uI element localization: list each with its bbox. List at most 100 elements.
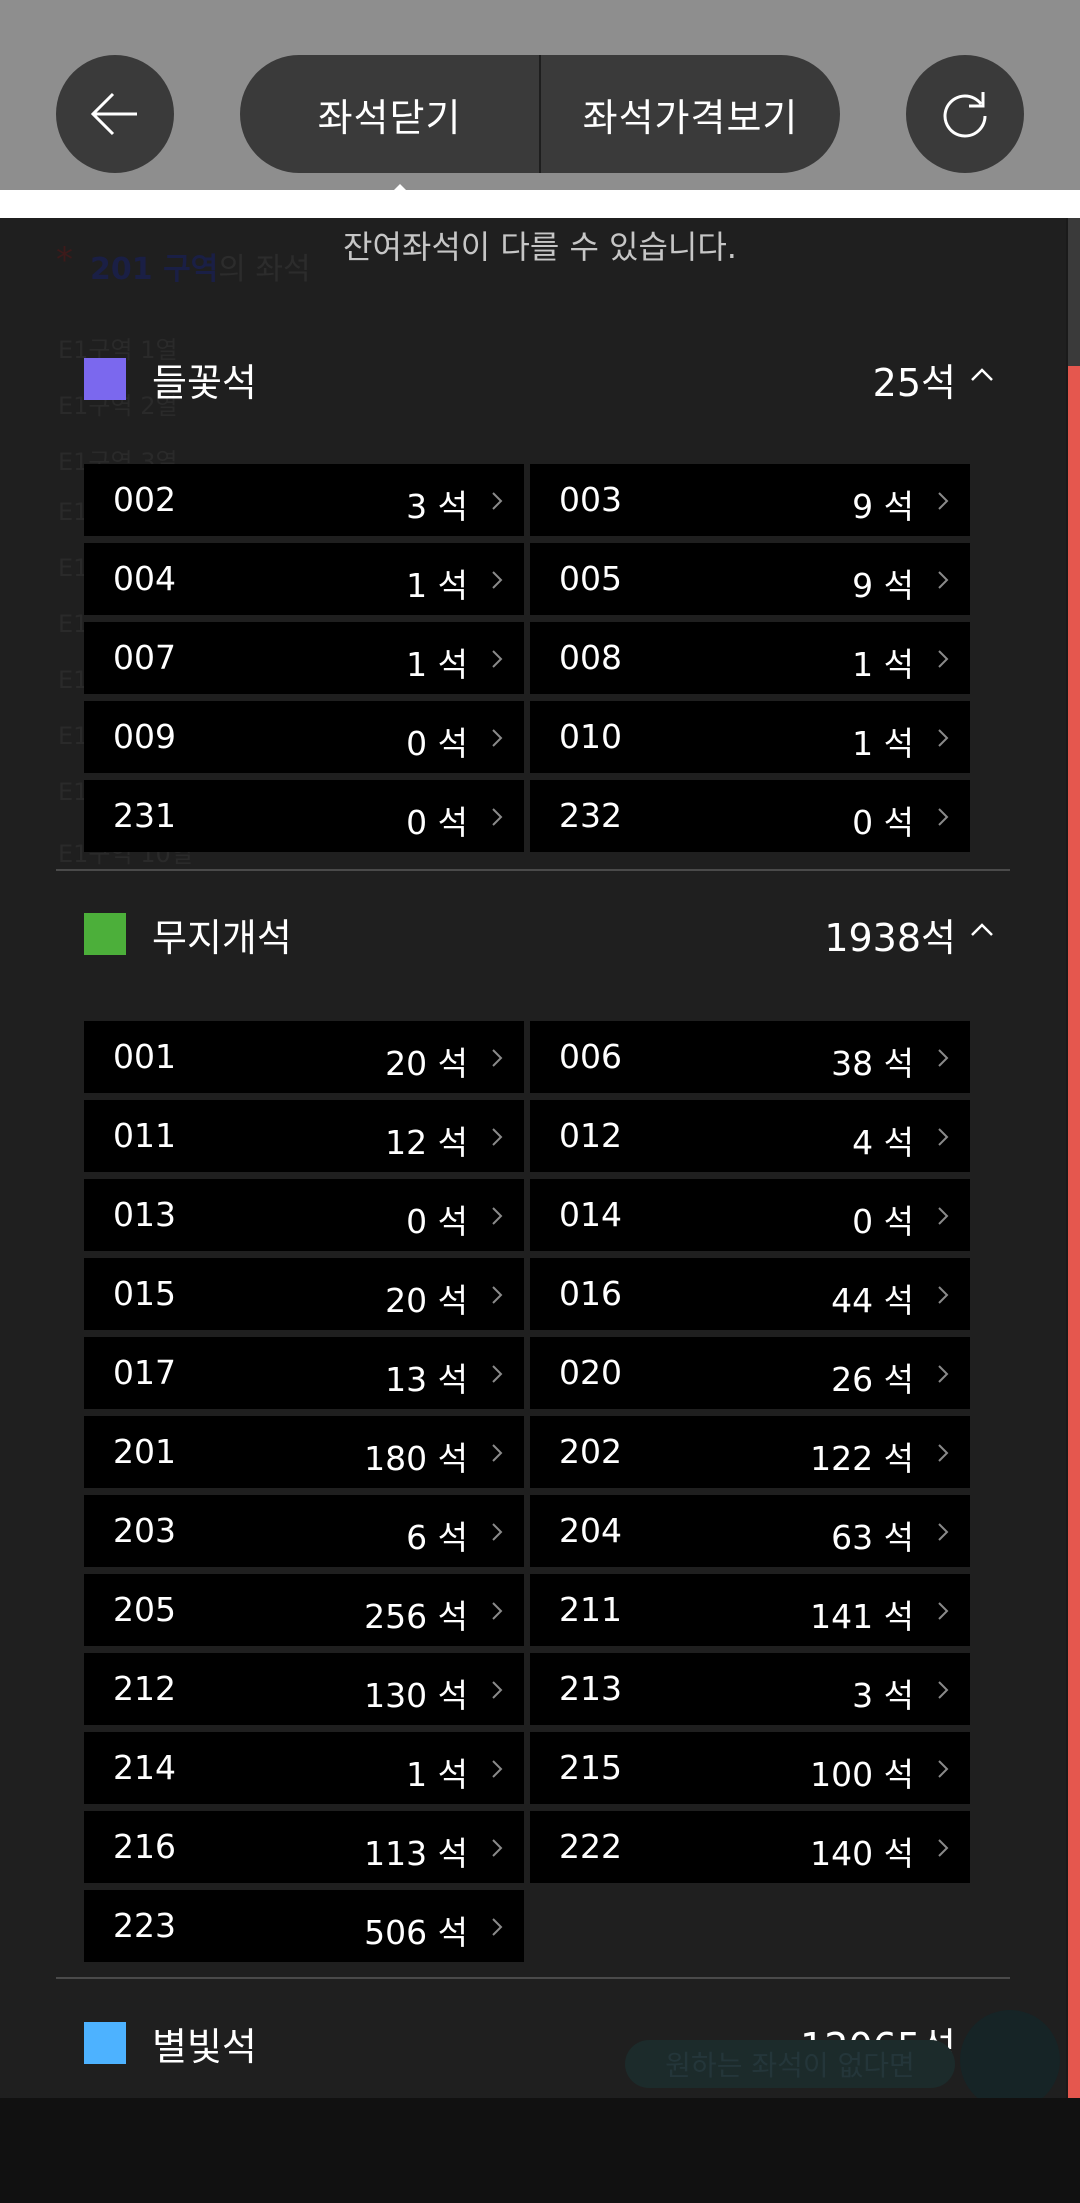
block-code: 003: [559, 480, 622, 519]
block-code: 020: [559, 1353, 622, 1392]
block-code: 216: [113, 1827, 176, 1866]
block-code: 014: [559, 1195, 622, 1234]
section-header-rainbow[interactable]: 무지개석 1938석: [56, 893, 1016, 977]
block-code: 203: [113, 1511, 176, 1550]
block-seat-count: 38 석: [831, 1044, 914, 1083]
seat-block-item[interactable]: 232 0 석: [530, 780, 970, 852]
block-code: 232: [559, 796, 622, 835]
block-code: 202: [559, 1432, 622, 1471]
seat-block-item[interactable]: 213 3 석: [530, 1653, 970, 1725]
seat-block-item[interactable]: 223 506 석: [84, 1890, 524, 1962]
block-seat-count: 0 석: [406, 724, 468, 763]
chevron-right-icon: [492, 1365, 503, 1383]
seat-block-item[interactable]: 003 9 석: [530, 464, 970, 536]
block-code: 006: [559, 1037, 622, 1076]
section-name: 별빛석: [152, 2025, 257, 2069]
chevron-right-icon: [492, 1918, 503, 1936]
block-seat-count: 0 석: [406, 1202, 468, 1241]
block-seat-count: 6 석: [406, 1518, 468, 1557]
chevron-right-icon: [938, 492, 949, 510]
seat-block-item[interactable]: 205 256 석: [84, 1574, 524, 1646]
seat-block-item[interactable]: 002 3 석: [84, 464, 524, 536]
chevron-right-icon: [492, 1128, 503, 1146]
block-seat-count: 140 석: [810, 1834, 914, 1873]
seat-block-item[interactable]: 231 0 석: [84, 780, 524, 852]
seat-price-button[interactable]: 좌석가격보기: [539, 55, 840, 173]
chevron-right-icon: [492, 1207, 503, 1225]
seat-block-item[interactable]: 211 141 석: [530, 1574, 970, 1646]
chevron-right-icon: [938, 729, 949, 747]
seat-block-item[interactable]: 020 26 석: [530, 1337, 970, 1409]
chevron-right-icon: [492, 1444, 503, 1462]
seat-block-item[interactable]: 007 1 석: [84, 622, 524, 694]
seat-block-item[interactable]: 011 12 석: [84, 1100, 524, 1172]
section-seat-count: 25석: [872, 361, 956, 405]
block-seat-count: 141 석: [810, 1597, 914, 1636]
seat-toggle-group: 좌석닫기 좌석가격보기: [240, 55, 840, 173]
seat-block-item[interactable]: 013 0 석: [84, 1179, 524, 1251]
ghost-play-icon: [960, 2010, 1060, 2110]
chevron-right-icon: [938, 1839, 949, 1857]
seat-block-item[interactable]: 010 1 석: [530, 701, 970, 773]
block-seat-count: 1 석: [852, 724, 914, 763]
chevron-right-icon: [938, 1207, 949, 1225]
block-code: 213: [559, 1669, 622, 1708]
chevron-right-icon: [492, 1523, 503, 1541]
chevron-right-icon: [492, 492, 503, 510]
block-code: 201: [113, 1432, 176, 1471]
seat-block-item[interactable]: 016 44 석: [530, 1258, 970, 1330]
seat-block-item[interactable]: 012 4 석: [530, 1100, 970, 1172]
seat-block-item[interactable]: 203 6 석: [84, 1495, 524, 1567]
seat-block-item[interactable]: 017 13 석: [84, 1337, 524, 1409]
block-seat-count: 506 석: [364, 1913, 468, 1952]
block-code: 001: [113, 1037, 176, 1076]
refresh-button[interactable]: [906, 55, 1024, 173]
seat-block-item[interactable]: 216 113 석: [84, 1811, 524, 1883]
block-seat-count: 1 석: [406, 566, 468, 605]
section-block-grid: 002 3 석 003 9 석 004 1 석 005 9 석 007 1 석 008 1 석 009 0…: [84, 464, 970, 852]
chevron-right-icon: [492, 1602, 503, 1620]
side-indicator-bar: [1068, 366, 1080, 2203]
chevron-right-icon: [492, 729, 503, 747]
seat-block-item[interactable]: 004 1 석: [84, 543, 524, 615]
seat-block-item[interactable]: 214 1 석: [84, 1732, 524, 1804]
scrollbar-thumb[interactable]: [1068, 218, 1080, 366]
seat-block-item[interactable]: 202 122 석: [530, 1416, 970, 1488]
seat-block-item[interactable]: 009 0 석: [84, 701, 524, 773]
seat-block-item[interactable]: 222 140 석: [530, 1811, 970, 1883]
block-seat-count: 12 석: [385, 1123, 468, 1162]
seat-block-item[interactable]: 001 20 석: [84, 1021, 524, 1093]
section-color-swatch: [84, 358, 126, 400]
seat-block-item[interactable]: 215 100 석: [530, 1732, 970, 1804]
block-code: 012: [559, 1116, 622, 1155]
block-seat-count: 122 석: [810, 1439, 914, 1478]
block-code: 007: [113, 638, 176, 677]
seat-block-item[interactable]: 006 38 석: [530, 1021, 970, 1093]
block-seat-count: 0 석: [406, 803, 468, 842]
remaining-seat-notice: 잔여좌석이 다를 수 있습니다.: [343, 228, 737, 266]
back-button[interactable]: [56, 55, 174, 173]
section-divider: [56, 869, 1010, 871]
seat-block-item[interactable]: 014 0 석: [530, 1179, 970, 1251]
section-color-swatch: [84, 2022, 126, 2064]
block-code: 010: [559, 717, 622, 756]
refresh-icon: [943, 92, 987, 138]
seat-block-item[interactable]: 212 130 석: [84, 1653, 524, 1725]
seat-block-item[interactable]: 015 20 석: [84, 1258, 524, 1330]
chevron-right-icon: [492, 1839, 503, 1857]
seat-block-item[interactable]: 204 63 석: [530, 1495, 970, 1567]
seat-block-item[interactable]: 201 180 석: [84, 1416, 524, 1488]
close-seats-button[interactable]: 좌석닫기: [240, 55, 539, 173]
seat-block-item[interactable]: 005 9 석: [530, 543, 970, 615]
chevron-up-icon: [971, 923, 993, 936]
seat-block-item[interactable]: 008 1 석: [530, 622, 970, 694]
block-seat-count: 20 석: [385, 1281, 468, 1320]
section-header-wildflower[interactable]: 들꽃석 25석: [56, 338, 1016, 422]
chevron-up-icon: [971, 368, 993, 381]
block-code: 005: [559, 559, 622, 598]
section-name: 들꽃석: [152, 361, 257, 405]
chevron-right-icon: [492, 1760, 503, 1778]
tooltip-strip: [0, 190, 1080, 218]
block-code: 002: [113, 480, 176, 519]
chevron-right-icon: [938, 1286, 949, 1304]
